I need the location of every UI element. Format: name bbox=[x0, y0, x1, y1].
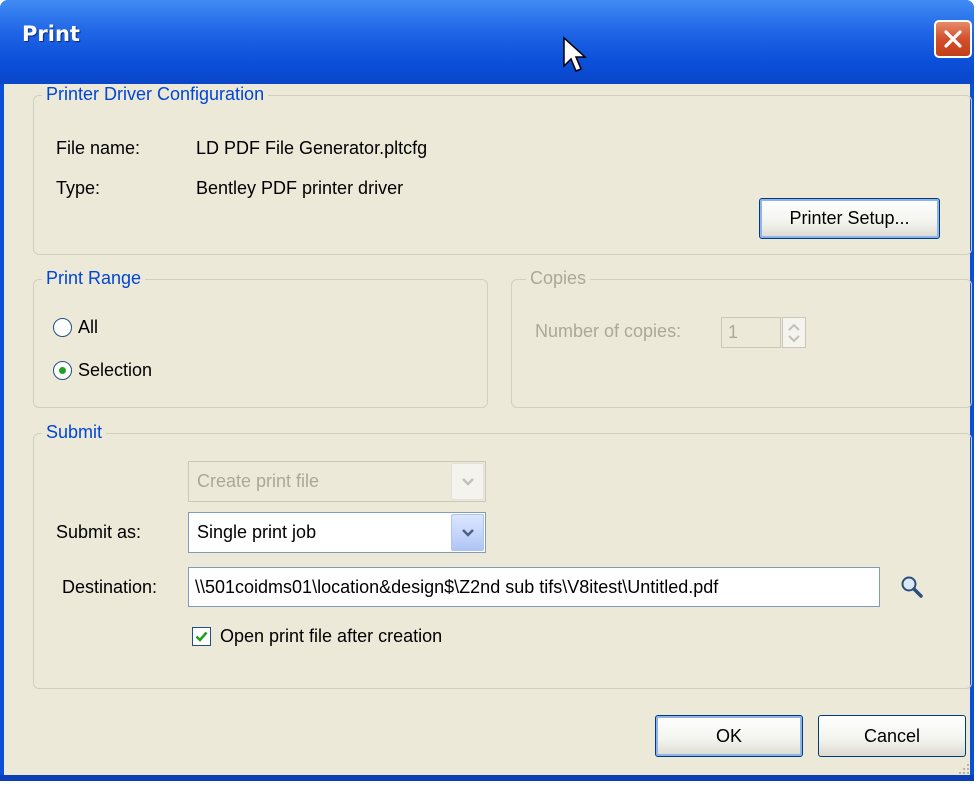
number-of-copies-input[interactable]: 1 bbox=[721, 317, 781, 348]
radio-selected-dot bbox=[59, 367, 66, 374]
mouse-pointer-icon bbox=[563, 36, 587, 72]
dialog-body: Printer Driver Configuration File name: … bbox=[4, 84, 972, 781]
file-name-label: File name: bbox=[56, 138, 141, 158]
printer-driver-group: Printer Driver Configuration File name: … bbox=[33, 84, 972, 255]
print-range-legend: Print Range bbox=[42, 268, 146, 289]
submit-as-dropdown[interactable] bbox=[451, 514, 484, 551]
magnifier-icon[interactable] bbox=[900, 575, 924, 599]
file-name-value: LD PDF File Generator.pltcfg bbox=[196, 138, 428, 158]
spin-up-icon bbox=[788, 323, 800, 331]
title-bar[interactable]: Print bbox=[0, 0, 974, 84]
destination-input[interactable]: \\501coidms01\location&design$\Z2nd sub … bbox=[188, 567, 880, 607]
print-dialog: Print Printer Driver Configuration File … bbox=[0, 0, 974, 781]
copies-group: Copies Number of copies: 1 bbox=[511, 268, 972, 408]
radio-all[interactable] bbox=[53, 318, 72, 337]
copies-legend: Copies bbox=[526, 268, 591, 289]
submit-as-value: Single print job bbox=[197, 522, 317, 542]
open-after-creation-label[interactable]: Open print file after creation bbox=[220, 626, 442, 647]
destination-label: Destination: bbox=[62, 577, 158, 597]
close-button[interactable] bbox=[934, 20, 972, 58]
print-range-group: Print Range All Selection bbox=[33, 268, 488, 408]
type-label: Type: bbox=[56, 178, 101, 198]
radio-selection-label[interactable]: Selection bbox=[78, 360, 152, 381]
create-print-file-select[interactable]: Create print file bbox=[188, 461, 486, 502]
window-bottom-border bbox=[0, 775, 974, 781]
create-print-file-value: Create print file bbox=[197, 471, 320, 491]
chevron-down-icon bbox=[461, 477, 474, 486]
close-icon bbox=[944, 30, 962, 48]
submit-as-label: Submit as: bbox=[56, 522, 142, 542]
spin-down-icon bbox=[788, 335, 800, 343]
copies-spinner[interactable] bbox=[782, 317, 806, 348]
ok-button[interactable]: OK bbox=[655, 715, 803, 757]
cancel-button[interactable]: Cancel bbox=[818, 715, 966, 757]
radio-selection[interactable] bbox=[53, 361, 72, 380]
chevron-down-icon bbox=[461, 528, 474, 537]
create-print-file-dropdown[interactable] bbox=[451, 463, 484, 500]
submit-legend: Submit bbox=[42, 422, 107, 443]
open-after-creation-checkbox[interactable] bbox=[192, 627, 211, 646]
printer-driver-legend: Printer Driver Configuration bbox=[42, 84, 269, 105]
checkmark-icon bbox=[195, 631, 208, 642]
radio-all-label[interactable]: All bbox=[78, 317, 98, 338]
resize-grip-icon[interactable] bbox=[955, 762, 971, 776]
printer-setup-button[interactable]: Printer Setup... bbox=[759, 198, 940, 239]
submit-as-select[interactable]: Single print job bbox=[188, 512, 486, 553]
number-of-copies-label: Number of copies: bbox=[535, 321, 682, 341]
window-title: Print bbox=[22, 22, 80, 46]
type-value: Bentley PDF printer driver bbox=[196, 178, 404, 198]
submit-group: Submit Create print file Submit as: Sing… bbox=[33, 422, 972, 689]
